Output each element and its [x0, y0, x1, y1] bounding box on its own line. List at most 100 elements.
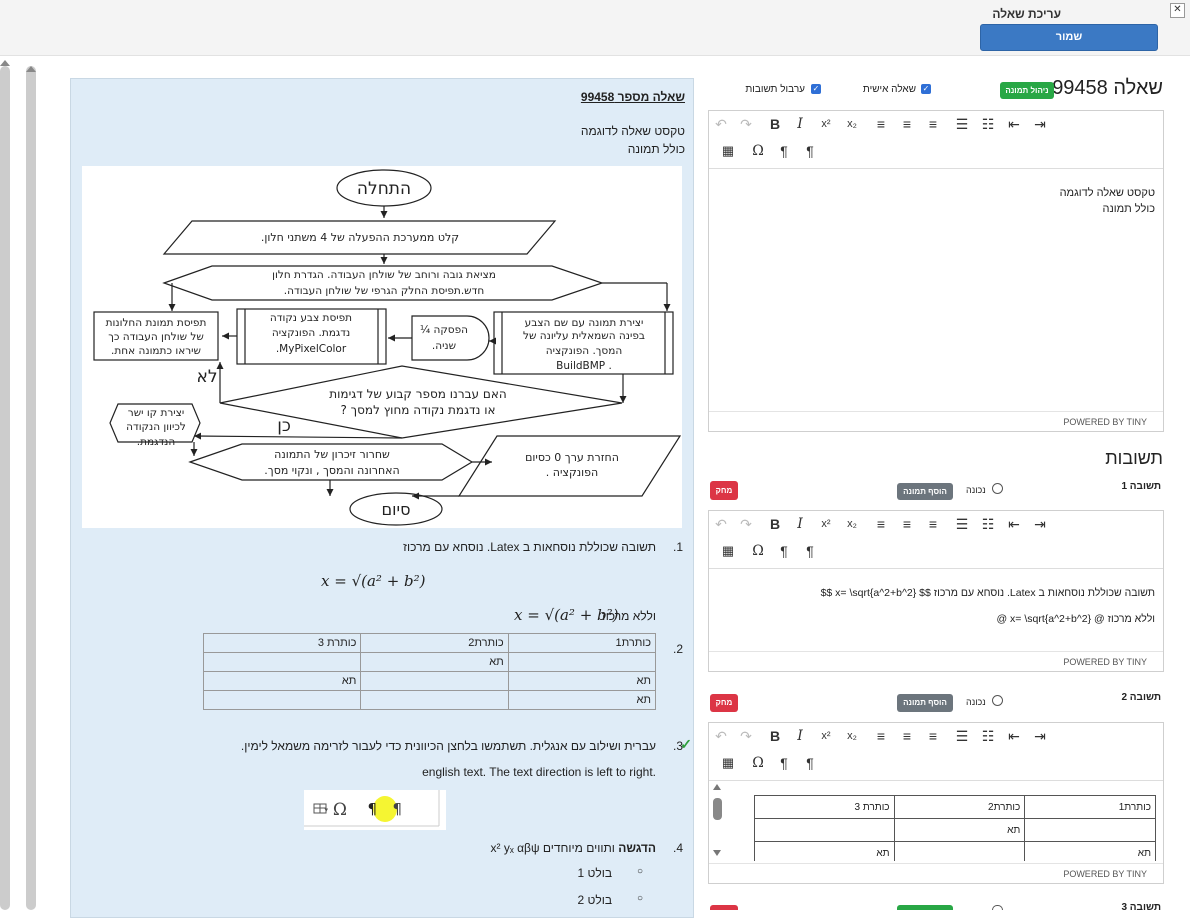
manage-image-button[interactable]: ניהול תמונה — [1000, 82, 1054, 99]
rtl-direction-icon[interactable]: ¶ — [799, 140, 821, 162]
personal-question-checkbox[interactable]: ✓ — [921, 84, 931, 94]
undo-icon[interactable]: ↶ — [710, 725, 732, 747]
bullet-list-icon[interactable]: ☰ — [951, 725, 973, 747]
answer-table[interactable]: כותרת1 כותרת2 כותרת 3 תא תא תא — [754, 795, 1156, 861]
svg-text:המסך. הפונקציה: המסך. הפונקציה — [546, 345, 623, 357]
editor-toolbar-row-1: ↶ ↷ B I x² x₂ ≡ ≡ ≡ ☰ ☷ ⇤ ⇥ — [707, 513, 1163, 539]
outdent-icon[interactable]: ⇤ — [1003, 113, 1025, 135]
align-left-icon[interactable]: ≡ — [870, 513, 892, 535]
numbered-list-icon[interactable]: ☷ — [977, 513, 999, 535]
special-chars-icon[interactable]: Ω — [747, 140, 769, 162]
delete-button[interactable]: מחק — [710, 481, 738, 500]
scroll-up-icon[interactable] — [0, 60, 10, 66]
delete-button[interactable] — [710, 905, 738, 910]
table-cell[interactable] — [893, 841, 1026, 861]
scroll-down-icon[interactable] — [713, 850, 721, 856]
superscript-icon[interactable]: x² — [815, 113, 837, 135]
ltr-direction-icon[interactable]: ¶ — [773, 140, 795, 162]
superscript-icon[interactable]: x² — [815, 725, 837, 747]
bold-icon[interactable]: B — [764, 725, 786, 747]
scroll-thumb[interactable] — [713, 798, 722, 820]
redo-icon[interactable]: ↷ — [735, 113, 757, 135]
add-image-button[interactable] — [897, 905, 953, 910]
editor-content-line[interactable]: כולל תמונה — [709, 203, 1163, 215]
scroll-up-icon[interactable] — [713, 784, 721, 790]
ltr-direction-icon[interactable]: ¶ — [773, 540, 795, 562]
outer-scrollbar[interactable] — [0, 66, 10, 910]
bold-icon[interactable]: B — [764, 513, 786, 535]
indent-icon[interactable]: ⇥ — [1029, 113, 1051, 135]
answers-heading: תשובות — [1105, 448, 1163, 468]
rtl-direction-icon[interactable]: ¶ — [799, 752, 821, 774]
special-chars-icon[interactable]: Ω — [747, 752, 769, 774]
redo-icon[interactable]: ↷ — [735, 513, 757, 535]
subscript-icon[interactable]: x₂ — [841, 725, 863, 747]
align-left-icon[interactable]: ≡ — [870, 725, 892, 747]
add-image-button[interactable]: הוסף תמונה — [897, 483, 953, 500]
answer-2-editor[interactable]: ↶ ↷ B I x² x₂ ≡ ≡ ≡ ☰ ☷ ⇤ ⇥ ▦ Ω ¶ ¶ כותר… — [708, 722, 1164, 884]
ltr-direction-icon[interactable]: ¶ — [773, 752, 795, 774]
special-chars-icon[interactable]: Ω — [747, 540, 769, 562]
answer-1-editor[interactable]: ↶ ↷ B I x² x₂ ≡ ≡ ≡ ☰ ☷ ⇤ ⇥ ▦ Ω ¶ ¶ תשוב… — [708, 510, 1164, 672]
table-cell[interactable]: תא — [893, 818, 1026, 842]
align-right-icon[interactable]: ≡ — [922, 113, 944, 135]
table-cell[interactable] — [1024, 818, 1156, 842]
scroll-up-icon[interactable] — [26, 66, 36, 72]
table-cell[interactable]: כותרת1 — [1024, 795, 1156, 819]
close-icon[interactable]: ✕ — [1170, 3, 1185, 18]
table-icon[interactable]: ▦ — [717, 540, 739, 562]
svg-text:תפיסת תמונת החלונות: תפיסת תמונת החלונות — [106, 317, 207, 329]
indent-icon[interactable]: ⇥ — [1029, 725, 1051, 747]
table-cell[interactable] — [754, 818, 895, 842]
shuffle-answers-checkbox[interactable]: ✓ — [811, 84, 821, 94]
correct-radio[interactable] — [992, 483, 1003, 494]
outdent-icon[interactable]: ⇤ — [1003, 725, 1025, 747]
editor-scrollbar[interactable] — [713, 784, 722, 860]
rtl-direction-icon[interactable]: ¶ — [799, 540, 821, 562]
bullet-list-icon[interactable]: ☰ — [951, 113, 973, 135]
align-center-icon[interactable]: ≡ — [896, 725, 918, 747]
question-editor[interactable]: ↶ ↷ B I x² x₂ ≡ ≡ ≡ ☰ ☷ ⇤ ⇥ ▦ Ω ¶ ¶ טקסט… — [708, 110, 1164, 432]
numbered-list-icon[interactable]: ☷ — [977, 113, 999, 135]
editor-toolbar-row-2: ▦ Ω ¶ ¶ — [707, 540, 1163, 566]
align-right-icon[interactable]: ≡ — [922, 725, 944, 747]
list-item: בולט 2 — [577, 893, 612, 907]
svg-text:בפינה השמאלית עליונה של: בפינה השמאלית עליונה של — [523, 330, 645, 342]
align-center-icon[interactable]: ≡ — [896, 513, 918, 535]
redo-icon[interactable]: ↷ — [735, 725, 757, 747]
italic-icon[interactable]: I — [789, 113, 811, 135]
italic-icon[interactable]: I — [789, 725, 811, 747]
align-center-icon[interactable]: ≡ — [896, 113, 918, 135]
table-cell: תא — [202, 671, 362, 691]
delete-button[interactable]: מחק — [710, 694, 738, 712]
correct-radio[interactable] — [992, 905, 1003, 910]
save-button[interactable]: שמור — [980, 24, 1158, 51]
align-left-icon[interactable]: ≡ — [870, 113, 892, 135]
subscript-icon[interactable]: x₂ — [841, 513, 863, 535]
table-cell[interactable]: תא — [754, 841, 895, 861]
table-icon[interactable]: ▦ — [717, 140, 739, 162]
add-image-button[interactable]: הוסף תמונה — [897, 694, 953, 712]
superscript-icon[interactable]: x² — [815, 513, 837, 535]
undo-icon[interactable]: ↶ — [710, 113, 732, 135]
bold-icon[interactable]: B — [764, 113, 786, 135]
editor-content-line[interactable]: תשובה שכוללת נוסחאות ב Latex. נוסחא עם מ… — [709, 587, 1163, 599]
table-row: תא תא — [202, 671, 657, 691]
table-cell[interactable]: תא — [1024, 841, 1156, 861]
indent-icon[interactable]: ⇥ — [1029, 513, 1051, 535]
bullet-list-icon[interactable]: ☰ — [951, 513, 973, 535]
outdent-icon[interactable]: ⇤ — [1003, 513, 1025, 535]
undo-icon[interactable]: ↶ — [710, 513, 732, 535]
numbered-list-icon[interactable]: ☷ — [977, 725, 999, 747]
table-icon[interactable]: ▦ — [717, 752, 739, 774]
italic-icon[interactable]: I — [789, 513, 811, 535]
align-right-icon[interactable]: ≡ — [922, 513, 944, 535]
table-cell — [202, 690, 362, 710]
subscript-icon[interactable]: x₂ — [841, 113, 863, 135]
correct-radio[interactable] — [992, 695, 1003, 706]
table-cell[interactable]: כותרת2 — [893, 795, 1026, 819]
inner-scrollbar[interactable] — [26, 66, 36, 910]
table-cell[interactable]: כותרת 3 — [754, 795, 895, 819]
editor-content-line[interactable]: וללא מרכוז @ x= \sqrt{a^2+b^2} @ — [709, 613, 1163, 625]
editor-content-line[interactable]: טקסט שאלה לדוגמה — [709, 187, 1163, 199]
